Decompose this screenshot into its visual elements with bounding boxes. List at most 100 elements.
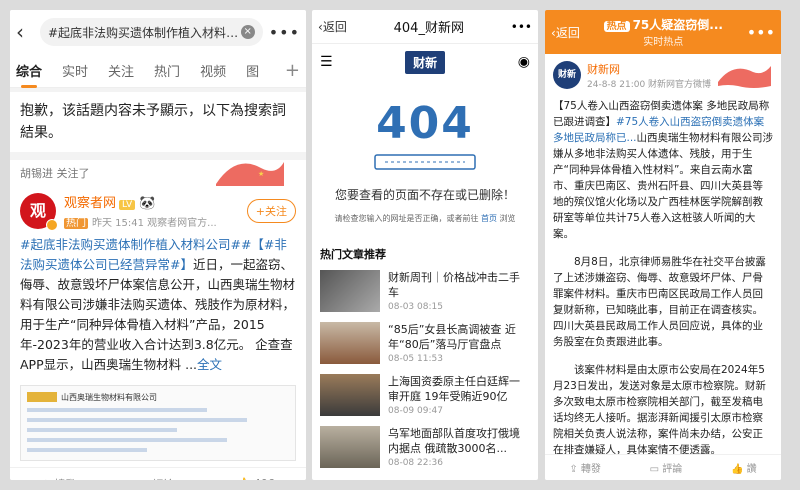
paragraph: 山西奥瑞生物材料有限公司涉嫌从多地非法购买人体遗体、残肢，用于生产“同种异体骨植…: [553, 132, 774, 240]
paragraph: 该案件材料是由太原市公安局在2024年5月23日发出，发送对象是太原市检察院。财…: [553, 364, 766, 456]
follow-button[interactable]: +关注: [246, 198, 296, 223]
avatar[interactable]: 财新: [553, 61, 581, 89]
author-name-text: 观察者网: [64, 196, 117, 211]
plus-icon[interactable]: +: [285, 60, 300, 81]
keyboard-icon: [374, 154, 476, 170]
repost-button[interactable]: ⇪ 轉發: [569, 460, 601, 475]
repost-button[interactable]: ⇪ 轉發: [41, 476, 76, 481]
user-icon[interactable]: ◉: [518, 54, 530, 70]
search-header: ‹ #起底非法购买遗体制作植入材料公司 × •••: [10, 10, 306, 54]
caixin-header: ☰ 财新 ◉: [312, 44, 538, 80]
error-message: 您要查看的页面不存在或已删除！: [334, 188, 515, 202]
news-date: 08-05 11:53: [388, 354, 443, 364]
more-icon[interactable]: •••: [747, 23, 775, 42]
comment-icon: ▭: [138, 478, 148, 481]
back-button[interactable]: ‹返回: [318, 18, 347, 35]
hot-pill: 热点: [603, 21, 630, 32]
like-label: 讚: [746, 464, 757, 475]
like-button[interactable]: 👍 406: [237, 477, 275, 480]
news-date: 08-08 22:36: [388, 458, 443, 468]
search-tabs: 综合 实时 关注 热门 视频 图 +: [10, 54, 306, 88]
weibo-search-panel: ‹ #起底非法购买遗体制作植入材料公司 × ••• 综合 实时 关注 热门 视频…: [10, 10, 306, 480]
post-meta: 24-8-8 21:00 财新网官方微博: [587, 79, 712, 90]
news-item[interactable]: 上海国资委原主任白廷辉一审开庭 19年受贿近90亿 08-09 09:47: [312, 366, 538, 418]
post-time: 昨天 15:41 观察者网官方...: [92, 218, 217, 229]
caixin-logo[interactable]: 财新: [405, 50, 446, 74]
post-author: 观 观察者网 LV 🐼 热门 昨天 15:41 观察者网官方... +关注: [10, 186, 306, 231]
topic-hidden-notice: 抱歉，该話題内容未予顯示，以下為搜索詞結果。: [10, 92, 306, 152]
hot-header: ‹返回 热点 75人疑盗窃倒... 实时热点 •••: [545, 10, 781, 54]
post-card[interactable]: 胡锡进 关注了 ★ 观 观察者网 LV 🐼 热门 昨天 15:41 观察者网官方..…: [10, 160, 306, 480]
svg-text:★: ★: [258, 170, 264, 178]
author-name[interactable]: 观察者网 LV 🐼: [64, 192, 247, 211]
post-author: 财新 财新网 24-8-8 21:00 财新网官方微博: [545, 54, 781, 96]
back-label: 返回: [322, 20, 347, 34]
news-thumbnail: [320, 270, 380, 312]
tab-realtime[interactable]: 实时: [62, 61, 88, 80]
news-item[interactable]: “85后”女县长高调被查 近年“80后”落马厅官盘点 08-05 11:53: [312, 314, 538, 366]
panda-icon: 🐼: [139, 196, 156, 211]
screenshot-collage: ‹ #起底非法购买遗体制作植入材料公司 × ••• 综合 实时 关注 热门 视频…: [0, 0, 800, 490]
like-button[interactable]: 👍 讚: [731, 460, 757, 475]
hashtag-link[interactable]: #起底非法购买遗体制作植入材料公司#: [20, 237, 241, 252]
author-name[interactable]: 财新网: [587, 61, 711, 77]
flag-decoration-icon: ★: [216, 162, 284, 186]
tab-video[interactable]: 视频: [200, 61, 226, 80]
post-image[interactable]: 山西奥瑞生物材料有限公司: [20, 385, 296, 461]
error-hint: 请检查您输入的网址是否正确，或者前往 首页 浏览: [312, 213, 538, 224]
hot-title-text: 75人疑盗窃倒...: [632, 18, 723, 32]
repost-icon: ⇪: [569, 464, 578, 475]
card-header: 胡锡进 关注了 ★: [10, 160, 306, 186]
search-input[interactable]: #起底非法购买遗体制作植入材料公司 ×: [40, 18, 263, 46]
clear-icon[interactable]: ×: [240, 25, 255, 39]
repost-label: 轉發: [54, 478, 76, 481]
avatar-letter: 观: [29, 200, 46, 220]
news-title: 乌军地面部队首度攻打俄境内据点 俄疏散3000名...: [388, 427, 520, 455]
hint-suffix: 浏览: [499, 214, 516, 223]
thumbs-up-icon: 👍: [730, 464, 744, 475]
news-item[interactable]: 乌军地面部队首度攻打俄境内据点 俄疏散3000名... 08-08 22:36: [312, 418, 538, 470]
caixin-404-panel: ‹返回 404_财新网 ••• ☰ 财新 ◉ 404 您要查看的页面不存在或已删…: [312, 10, 538, 480]
more-icon[interactable]: •••: [511, 20, 532, 34]
home-link[interactable]: 首页: [481, 214, 497, 223]
liked-by-text: 胡锡进 关注了: [20, 167, 90, 180]
hint-text: 请检查您输入的网址是否正确，或者前往: [334, 214, 479, 223]
browser-nav: ‹返回 404_财新网 •••: [312, 10, 538, 44]
news-title: 财新周刊｜价格战冲击二手车: [388, 271, 520, 299]
chevron-left-icon[interactable]: ‹: [16, 20, 34, 44]
post-text: 近日，一起盗窃、侮辱、故意毁坏尸体案信息公开，山西奥瑞生物材料有限公司涉嫌非法购…: [20, 257, 296, 372]
news-date: 08-09 09:47: [388, 406, 443, 416]
image-row: [27, 448, 147, 452]
like-count: 406: [254, 477, 275, 480]
weibo-hot-panel: ‹返回 热点 75人疑盗窃倒... 实时热点 ••• 财新 财新网 24-8-8 …: [545, 10, 781, 480]
error-code: 404: [376, 98, 474, 149]
hot-title: 热点 75人疑盗窃倒...: [580, 16, 747, 33]
back-button[interactable]: ‹返回: [551, 24, 580, 41]
repost-icon: ⇪: [41, 478, 50, 481]
thumbs-up-icon: 👍: [237, 477, 251, 480]
news-thumbnail: [320, 322, 380, 364]
tab-following[interactable]: 关注: [108, 61, 134, 80]
tab-hot[interactable]: 热门: [154, 61, 180, 80]
verified-badge-icon: [46, 218, 58, 231]
more-icon[interactable]: •••: [269, 23, 300, 42]
avatar[interactable]: 观: [20, 192, 58, 231]
page-title: 404_财新网: [393, 21, 464, 36]
image-row: [27, 418, 247, 422]
news-thumbnail: [320, 374, 380, 416]
news-title: 上海国资委原主任白廷辉一审开庭 19年受贿近90亿: [388, 375, 520, 403]
news-thumbnail: [320, 426, 380, 468]
post-meta: 热门 昨天 15:41 观察者网官方...: [64, 214, 247, 229]
full-text-link[interactable]: 全文: [197, 357, 222, 372]
image-caption: 山西奥瑞生物材料有限公司: [61, 393, 157, 402]
level-badge: LV: [119, 200, 136, 210]
menu-icon[interactable]: ☰: [320, 54, 333, 70]
comment-button[interactable]: ▭ 評論: [650, 460, 683, 475]
news-item[interactable]: 财新周刊｜价格战冲击二手车 08-03 08:15: [312, 262, 538, 314]
news-title: “85后”女县长高调被查 近年“80后”落马厅官盘点: [388, 323, 516, 351]
post-actions: ⇪ 轉發 ▭ 評論 👍 讚: [545, 454, 781, 480]
tab-comprehensive[interactable]: 综合: [16, 61, 42, 88]
tab-images[interactable]: 图: [246, 61, 259, 80]
repost-label: 轉發: [580, 464, 601, 475]
comment-button[interactable]: ▭ 評論: [138, 476, 174, 481]
